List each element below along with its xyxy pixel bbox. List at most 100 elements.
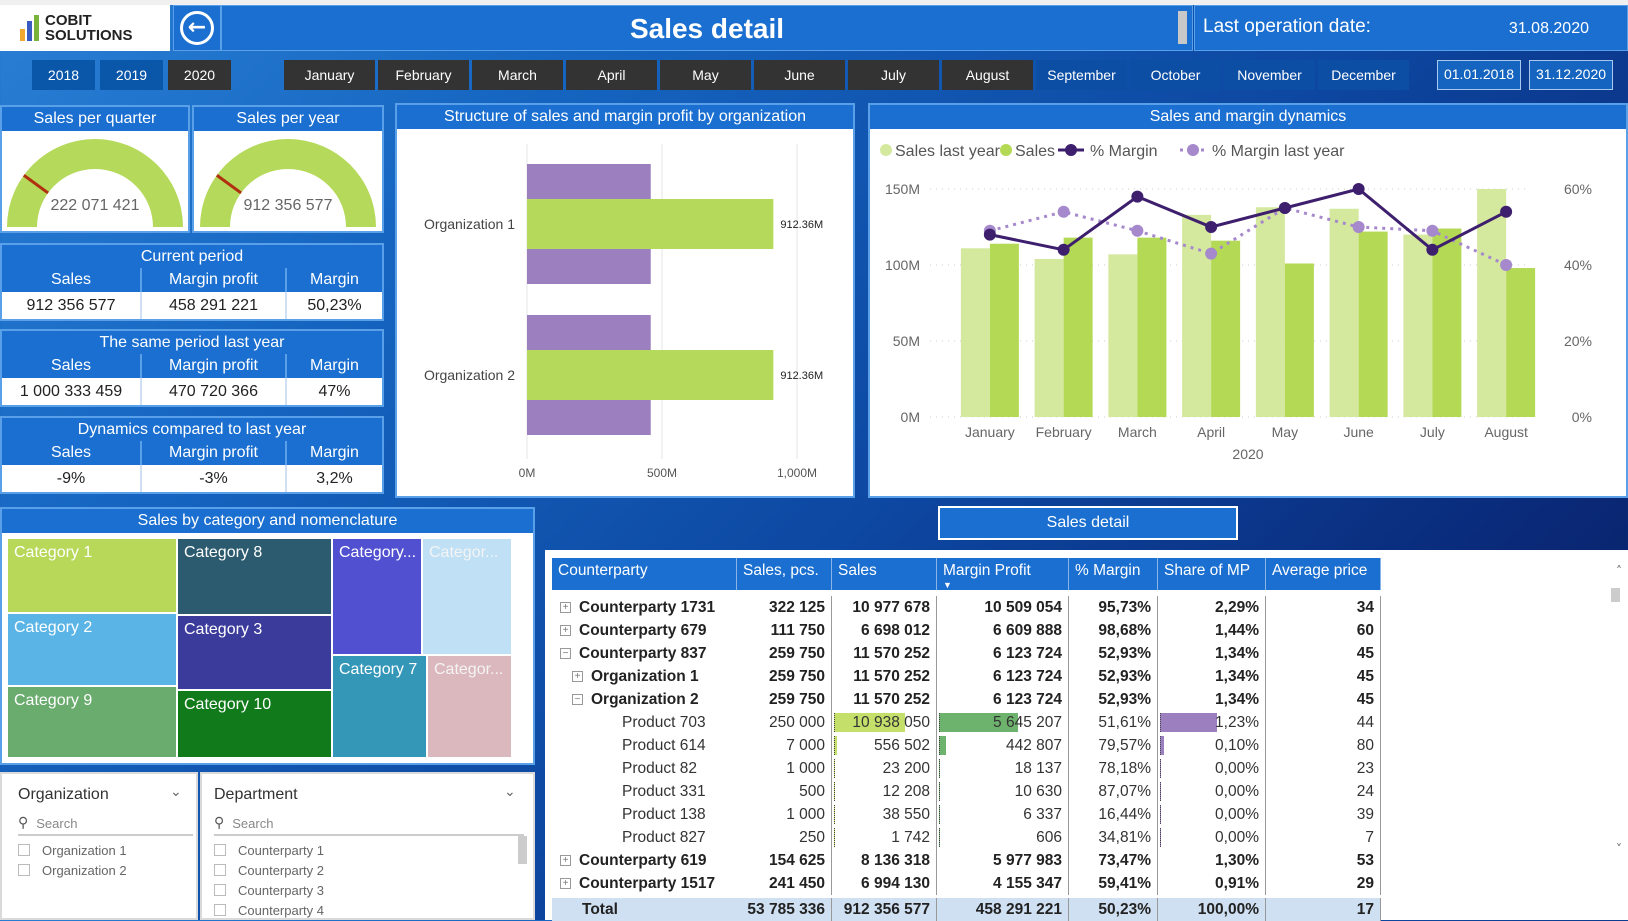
bar-sales[interactable] (1137, 237, 1167, 417)
slicer-item[interactable]: Counterparty 4 (214, 900, 324, 920)
column-header[interactable]: % Margin (1069, 558, 1158, 590)
month-button-august[interactable]: August (942, 60, 1033, 90)
slicer-item[interactable]: Counterparty 3 (214, 880, 324, 900)
table-row[interactable]: Product 331 500 12 208 10 630 87,07% 0,00% 24 (552, 780, 1381, 803)
slicer-item[interactable]: Organization 1 (18, 840, 127, 860)
legend-label[interactable]: Sales last year (895, 143, 1001, 160)
sales-detail-button[interactable]: Sales detail (938, 506, 1238, 540)
point-margin[interactable] (1131, 190, 1144, 203)
table-row[interactable]: + Counterparty 679 111 750 6 698 012 6 609 8… (552, 619, 1381, 642)
treemap-tile[interactable]: Category 2 (7, 613, 177, 686)
treemap-tile[interactable]: Categor... (427, 655, 512, 758)
checkbox[interactable] (214, 864, 226, 876)
date-end-input[interactable]: 31.12.2020 (1529, 60, 1613, 90)
year-button-2020[interactable]: 2020 (168, 60, 231, 90)
title-scrollbar[interactable] (1178, 11, 1187, 44)
point-margin[interactable] (1500, 205, 1513, 218)
bar-sales-last-year[interactable] (1108, 254, 1138, 417)
table-row[interactable]: Product 138 1 000 38 550 6 337 16,44% 0,00% 39 (552, 803, 1381, 826)
slicer-item[interactable]: Organization 2 (18, 860, 127, 880)
checkbox[interactable] (214, 904, 226, 916)
legend-label[interactable]: % Margin (1090, 143, 1158, 160)
bar-sales[interactable] (989, 243, 1019, 417)
bar-sales-last-year[interactable] (1034, 258, 1064, 417)
date-start-input[interactable]: 01.01.2018 (1437, 60, 1521, 90)
checkbox[interactable] (214, 844, 226, 856)
bar-sales-last-year[interactable] (1329, 208, 1359, 417)
collapse-icon[interactable]: − (560, 648, 571, 660)
table-row[interactable]: + Counterparty 1517 241 450 6 994 130 4 155 … (552, 872, 1381, 895)
treemap-tile[interactable]: Categor... (422, 538, 512, 655)
point-margin[interactable] (1352, 183, 1365, 195)
legend-label[interactable]: % Margin last year (1212, 143, 1345, 160)
point-margin-last-year[interactable] (1500, 259, 1513, 271)
bar-sales[interactable] (1358, 231, 1388, 417)
checkbox[interactable] (18, 864, 30, 876)
point-margin[interactable] (1205, 221, 1218, 233)
scroll-down-icon[interactable]: ˅ (1616, 842, 1622, 856)
column-header[interactable]: Sales (832, 558, 937, 590)
table-row[interactable]: Product 614 7 000 556 502 442 807 79,57% 0,10… (552, 734, 1381, 757)
chevron-down-icon[interactable]: ⌄ (504, 784, 516, 800)
treemap-tile[interactable]: Category 1 (7, 538, 177, 613)
table-row[interactable]: + Counterparty 1731 322 125 10 977 678 10 50… (552, 596, 1381, 619)
month-button-july[interactable]: July (848, 60, 939, 90)
table-row[interactable]: + Organization 1 259 750 11 570 252 6 123 72… (552, 665, 1381, 688)
point-margin[interactable] (983, 228, 996, 241)
point-margin-last-year[interactable] (1352, 221, 1365, 233)
chevron-down-icon[interactable]: ⌄ (170, 784, 182, 800)
treemap-tile[interactable]: Category 3 (177, 615, 332, 690)
treemap-tile[interactable]: Category 8 (177, 538, 332, 615)
treemap-tile[interactable]: Category 9 (7, 686, 177, 758)
bar-sales[interactable] (1432, 228, 1462, 417)
slicer-item[interactable]: Counterparty 2 (214, 860, 324, 880)
table-scrollbar-thumb[interactable] (1611, 588, 1620, 602)
org-chart-sales-bar[interactable] (527, 350, 774, 400)
point-margin-last-year[interactable] (1205, 247, 1218, 260)
column-header[interactable]: Average price (1266, 558, 1381, 590)
expand-icon[interactable]: + (560, 878, 571, 890)
column-header[interactable]: Margin Profit ▼ (937, 558, 1069, 590)
point-margin-last-year[interactable] (1057, 205, 1070, 218)
expand-icon[interactable]: + (572, 671, 583, 683)
month-button-march[interactable]: March (472, 60, 563, 90)
bar-sales[interactable] (1063, 237, 1093, 417)
expand-icon[interactable]: + (560, 855, 571, 867)
table-row[interactable]: Product 703 250 000 10 938 050 5 645 207 51,… (552, 711, 1381, 734)
table-row[interactable]: + Counterparty 619 154 625 8 136 318 5 977 9… (552, 849, 1381, 872)
bar-sales-last-year[interactable] (1182, 214, 1212, 417)
year-button-2018[interactable]: 2018 (32, 60, 95, 90)
bar-sales[interactable] (1211, 240, 1241, 417)
scroll-up-icon[interactable]: ˄ (1616, 564, 1622, 578)
department-search[interactable]: ⚲ Search (214, 812, 524, 836)
month-button-april[interactable]: April (566, 60, 657, 90)
checkbox[interactable] (18, 844, 30, 856)
checkbox[interactable] (214, 884, 226, 896)
treemap-tile[interactable]: Category 10 (177, 690, 332, 758)
bar-sales[interactable] (1506, 268, 1536, 417)
table-row[interactable]: − Organization 2 259 750 11 570 252 6 123 72… (552, 688, 1381, 711)
column-header[interactable]: Sales, pcs. (737, 558, 832, 590)
back-button[interactable]: ← (173, 5, 221, 51)
collapse-icon[interactable]: − (572, 694, 583, 706)
department-scrollbar[interactable] (518, 836, 527, 864)
year-button-2019[interactable]: 2019 (100, 60, 163, 90)
table-row[interactable]: − Counterparty 837 259 750 11 570 252 6 123 … (552, 642, 1381, 665)
table-row[interactable]: Product 827 250 1 742 606 34,81% 0,00% 7 (552, 826, 1381, 849)
bar-sales-last-year[interactable] (960, 248, 990, 417)
point-margin[interactable] (1426, 243, 1439, 256)
organization-search[interactable]: ⚲ Search (18, 812, 193, 836)
org-chart-sales-bar[interactable] (527, 199, 774, 249)
month-button-june[interactable]: June (754, 60, 845, 90)
legend-label[interactable]: Sales (1015, 143, 1055, 160)
expand-icon[interactable]: + (560, 625, 571, 637)
expand-icon[interactable]: + (560, 602, 571, 614)
month-button-february[interactable]: February (378, 60, 469, 90)
point-margin[interactable] (1278, 202, 1291, 214)
month-button-january[interactable]: January (284, 60, 375, 90)
bar-sales-last-year[interactable] (1403, 234, 1433, 417)
treemap-tile[interactable]: Category 7 (332, 655, 427, 758)
month-button-december[interactable]: December (1318, 60, 1409, 90)
point-margin-last-year[interactable] (1426, 224, 1439, 237)
point-margin-last-year[interactable] (1131, 224, 1144, 237)
